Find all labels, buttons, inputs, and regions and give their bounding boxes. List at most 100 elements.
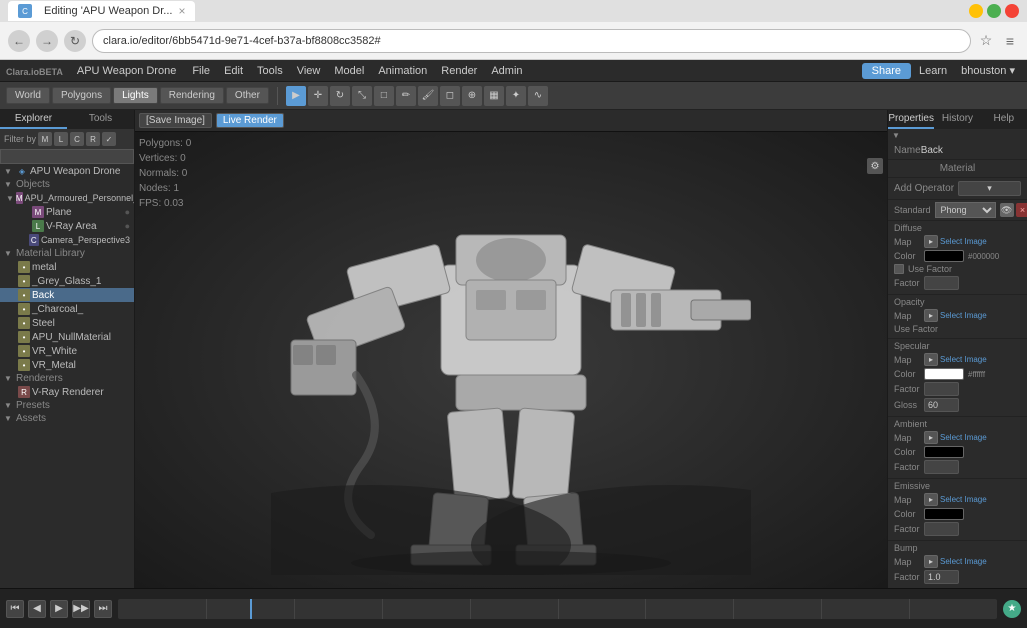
timeline-skip-back[interactable]: ⏮ bbox=[6, 600, 24, 618]
emissive-map-link[interactable]: Select Image bbox=[940, 495, 987, 504]
tool-brush[interactable]: 🖌 bbox=[418, 86, 438, 106]
viewport-settings-icon[interactable]: ⚙ bbox=[867, 158, 883, 174]
filter-icon-4[interactable]: R bbox=[86, 132, 100, 146]
tool-wand[interactable]: ✦ bbox=[506, 86, 526, 106]
learn-button[interactable]: Learn bbox=[913, 63, 953, 79]
diffuse-use-factor-check[interactable] bbox=[894, 264, 904, 274]
tree-item-vr-metal[interactable]: • VR_Metal bbox=[0, 358, 134, 372]
timeline-record-icon[interactable]: ★ bbox=[1003, 600, 1021, 618]
filter-icon-3[interactable]: C bbox=[70, 132, 84, 146]
live-render-button[interactable]: Live Render bbox=[216, 113, 284, 128]
tool-lasso[interactable]: ∿ bbox=[528, 86, 548, 106]
tab-history[interactable]: History bbox=[934, 110, 980, 129]
tool-eraser[interactable]: ◻ bbox=[440, 86, 460, 106]
tree-item-vray-renderer[interactable]: R V-Ray Renderer bbox=[0, 385, 134, 399]
specular-map-link[interactable]: Select Image bbox=[940, 355, 987, 364]
tree-item-apu-null[interactable]: • APU_NullMaterial bbox=[0, 330, 134, 344]
tool-rotate[interactable]: ↻ bbox=[330, 86, 350, 106]
browser-tab[interactable]: C Editing 'APU Weapon Dr... × bbox=[8, 1, 195, 21]
bump-factor-input[interactable] bbox=[924, 570, 959, 584]
emissive-factor-input[interactable] bbox=[924, 522, 959, 536]
material-type-select[interactable]: Phong Lambert Standard bbox=[935, 202, 996, 218]
tab-help[interactable]: Help bbox=[981, 110, 1027, 129]
vray-visibility[interactable]: ● bbox=[125, 221, 130, 231]
menu-render[interactable]: Render bbox=[435, 63, 483, 79]
bump-map-arrow[interactable]: ▸ bbox=[924, 555, 938, 568]
tree-item-camera[interactable]: C Camera_Perspective3 bbox=[0, 233, 134, 247]
opacity-map-arrow[interactable]: ▸ bbox=[924, 309, 938, 322]
specular-color-swatch[interactable] bbox=[924, 368, 964, 380]
diffuse-color-swatch[interactable] bbox=[924, 250, 964, 262]
emissive-color-swatch[interactable] bbox=[924, 508, 964, 520]
tree-item-plane[interactable]: M Plane ● bbox=[0, 205, 134, 219]
save-image-button[interactable]: [Save Image] bbox=[139, 113, 212, 128]
address-bar[interactable] bbox=[92, 29, 971, 53]
tab-properties[interactable]: Properties bbox=[888, 110, 934, 129]
tool-move[interactable]: ✛ bbox=[308, 86, 328, 106]
tool-select[interactable]: ▶ bbox=[286, 86, 306, 106]
name-input[interactable] bbox=[921, 145, 1027, 156]
sidebar-search[interactable] bbox=[0, 149, 134, 164]
tree-section-renderers[interactable]: ▼ Renderers bbox=[0, 372, 134, 385]
menu-file[interactable]: File bbox=[186, 63, 216, 79]
tree-section-materials[interactable]: ▼ Material Library bbox=[0, 247, 134, 260]
back-button[interactable]: ← bbox=[8, 30, 30, 52]
menu-tools[interactable]: Tools bbox=[251, 63, 289, 79]
window-maximize-button[interactable] bbox=[987, 4, 1001, 18]
forward-button[interactable]: → bbox=[36, 30, 58, 52]
filter-icon-1[interactable]: M bbox=[38, 132, 52, 146]
specular-factor-input[interactable] bbox=[924, 382, 959, 396]
ambient-map-link[interactable]: Select Image bbox=[940, 433, 987, 442]
timeline-forward[interactable]: ▶▶ bbox=[72, 600, 90, 618]
menu-edit[interactable]: Edit bbox=[218, 63, 249, 79]
bookmark-button[interactable]: ☆ bbox=[977, 32, 995, 50]
bump-map-link[interactable]: Select Image bbox=[940, 557, 987, 566]
timeline-play[interactable]: ▶ bbox=[50, 600, 68, 618]
tree-item-root[interactable]: ▼ ◈ APU Weapon Drone bbox=[0, 164, 134, 178]
tab-close-button[interactable]: × bbox=[178, 4, 185, 18]
emissive-map-arrow[interactable]: ▸ bbox=[924, 493, 938, 506]
menu-model[interactable]: Model bbox=[328, 63, 370, 79]
tool-pen[interactable]: ✏ bbox=[396, 86, 416, 106]
reload-button[interactable]: ↻ bbox=[64, 30, 86, 52]
material-delete-icon[interactable]: × bbox=[1016, 203, 1027, 217]
ambient-map-arrow[interactable]: ▸ bbox=[924, 431, 938, 444]
window-minimize-button[interactable] bbox=[969, 4, 983, 18]
sidebar-tab-tools[interactable]: Tools bbox=[67, 110, 134, 129]
tab-rendering[interactable]: Rendering bbox=[160, 87, 224, 104]
tree-item-steel[interactable]: • Steel bbox=[0, 316, 134, 330]
window-close-button[interactable] bbox=[1005, 4, 1019, 18]
menu-admin[interactable]: Admin bbox=[485, 63, 528, 79]
tree-item-back[interactable]: • Back bbox=[0, 288, 134, 302]
tab-polygons[interactable]: Polygons bbox=[52, 87, 111, 104]
add-operator-button[interactable]: ▾ bbox=[958, 181, 1021, 196]
ambient-color-swatch[interactable] bbox=[924, 446, 964, 458]
timeline-back[interactable]: ◀ bbox=[28, 600, 46, 618]
tree-item-apu[interactable]: ▼ M APU_Armoured_Personnel_U... bbox=[0, 191, 134, 205]
tab-other[interactable]: Other bbox=[226, 87, 269, 104]
tab-world[interactable]: World bbox=[6, 87, 50, 104]
viewport-canvas[interactable]: Polygons: 0 Vertices: 0 Normals: 0 Nodes… bbox=[135, 132, 887, 588]
share-button[interactable]: Share bbox=[862, 63, 911, 79]
tab-lights[interactable]: Lights bbox=[113, 87, 158, 104]
filter-icon-5[interactable]: ✓ bbox=[102, 132, 116, 146]
plane-visibility[interactable]: ● bbox=[125, 207, 130, 217]
tool-fill[interactable]: ▦ bbox=[484, 86, 504, 106]
diffuse-map-link[interactable]: Select Image bbox=[940, 237, 987, 246]
tool-eyedrop[interactable]: ⊕ bbox=[462, 86, 482, 106]
user-menu[interactable]: bhouston ▾ bbox=[955, 62, 1021, 79]
sidebar-tab-explorer[interactable]: Explorer bbox=[0, 110, 67, 129]
ambient-factor-input[interactable] bbox=[924, 460, 959, 474]
tree-section-objects[interactable]: ▼ Objects bbox=[0, 178, 134, 191]
tool-scale[interactable]: ⤡ bbox=[352, 86, 372, 106]
glossiness-input[interactable] bbox=[924, 398, 959, 412]
tree-item-vr-white[interactable]: • VR_White bbox=[0, 344, 134, 358]
material-eye-icon[interactable]: 👁 bbox=[1000, 203, 1014, 217]
opacity-map-link[interactable]: Select Image bbox=[940, 311, 987, 320]
tree-section-assets[interactable]: ▼ Assets bbox=[0, 412, 134, 425]
menu-button[interactable]: ≡ bbox=[1001, 32, 1019, 50]
diffuse-map-arrow[interactable]: ▸ bbox=[924, 235, 938, 248]
timeline-track[interactable] bbox=[118, 599, 997, 619]
tree-item-metal[interactable]: • metal bbox=[0, 260, 134, 274]
menu-view[interactable]: View bbox=[291, 63, 327, 79]
